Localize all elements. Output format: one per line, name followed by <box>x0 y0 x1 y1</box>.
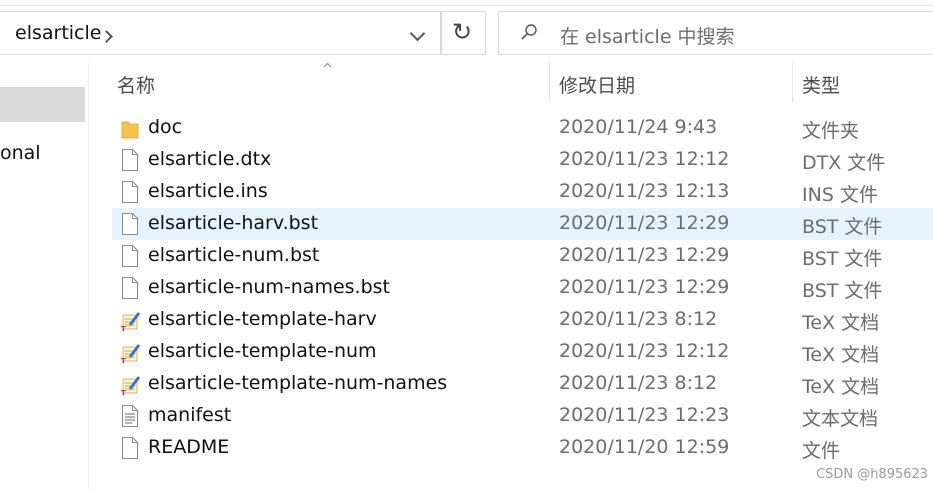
file-date-modified: 2020/11/23 12:12 <box>559 340 730 362</box>
svg-text:T: T <box>121 325 126 332</box>
file-date-modified: 2020/11/23 12:29 <box>559 244 730 266</box>
file-name: manifest <box>148 404 232 426</box>
file-row[interactable]: elsarticle-num-names.bst 2020/11/23 12:29… <box>112 272 933 304</box>
chevron-down-icon[interactable] <box>409 25 426 42</box>
file-row[interactable]: Telsarticle-template-harv 2020/11/23 8:12… <box>112 304 933 336</box>
tex-file-icon: T <box>120 340 140 365</box>
column-separator[interactable] <box>549 62 550 102</box>
file-type: BST 文件 <box>802 280 883 302</box>
file-type: INS 文件 <box>802 184 878 206</box>
file-date-modified: 2020/11/23 12:23 <box>559 404 730 426</box>
column-header-name[interactable]: 名称 <box>117 71 155 98</box>
watermark: CSDN @h895623 <box>816 467 929 482</box>
file-date-modified: 2020/11/23 12:29 <box>559 212 730 234</box>
file-name: doc <box>148 116 183 138</box>
file-type: 文件 <box>802 440 841 462</box>
file-name: elsarticle-num.bst <box>148 244 320 266</box>
refresh-button[interactable]: ↻ <box>441 11 486 55</box>
file-date-modified: 2020/11/20 12:59 <box>559 436 730 458</box>
file-type: BST 文件 <box>802 216 883 238</box>
column-header-date[interactable]: 修改日期 <box>559 71 635 98</box>
file-date-modified: 2020/11/24 9:43 <box>559 116 718 138</box>
file-icon <box>120 276 140 300</box>
nav-pane-divider <box>88 62 89 490</box>
nav-pane-item-label[interactable]: onal <box>0 142 41 164</box>
file-icon <box>120 148 140 172</box>
address-bar[interactable]: elsarticle <box>0 11 441 55</box>
file-type: 文本文档 <box>802 408 879 430</box>
file-row[interactable]: elsarticle-num.bst 2020/11/23 12:29 BST 文件 <box>112 240 933 272</box>
file-name: elsarticle.ins <box>148 180 268 202</box>
file-type: BST 文件 <box>802 248 883 270</box>
file-row[interactable]: doc 2020/11/24 9:43 文件夹 <box>112 112 933 144</box>
file-name: README <box>148 436 230 458</box>
nav-pane-selected-item[interactable] <box>0 87 85 122</box>
file-icon <box>120 212 140 236</box>
window-top-border <box>0 5 933 6</box>
search-placeholder: 在 elsarticle 中搜索 <box>560 26 735 48</box>
file-type: TeX 文档 <box>802 312 880 334</box>
file-row[interactable]: Telsarticle-template-num 2020/11/23 12:12… <box>112 336 933 368</box>
file-row[interactable]: manifest 2020/11/23 12:23 文本文档 <box>112 400 933 432</box>
file-type: DTX 文件 <box>802 152 886 174</box>
file-row[interactable]: elsarticle.ins 2020/11/23 12:13 INS 文件 <box>112 176 933 208</box>
file-date-modified: 2020/11/23 12:13 <box>559 180 730 202</box>
search-icon <box>521 24 537 40</box>
file-row[interactable]: Telsarticle-template-num-names 2020/11/23… <box>112 368 933 400</box>
file-date-modified: 2020/11/23 12:12 <box>559 148 730 170</box>
file-name: elsarticle-template-num-names <box>148 372 448 394</box>
svg-text:T: T <box>121 357 126 364</box>
search-box[interactable]: 在 elsarticle 中搜索 <box>498 11 933 55</box>
sort-ascending-icon: ^ <box>322 62 333 77</box>
file-icon <box>120 244 140 268</box>
text-file-icon <box>120 404 140 428</box>
file-row[interactable]: elsarticle.dtx 2020/11/23 12:12 DTX 文件 <box>112 144 933 176</box>
file-icon <box>120 180 140 204</box>
file-type: TeX 文档 <box>802 344 880 366</box>
file-name: elsarticle-template-harv <box>148 308 377 330</box>
file-date-modified: 2020/11/23 8:12 <box>559 372 718 394</box>
column-header-type[interactable]: 类型 <box>802 71 840 98</box>
folder-icon <box>120 116 140 140</box>
file-type: TeX 文档 <box>802 376 880 398</box>
svg-text:T: T <box>121 389 126 396</box>
file-row[interactable]: README 2020/11/20 12:59 文件 <box>112 432 933 464</box>
column-separator[interactable] <box>792 62 793 102</box>
file-name: elsarticle-num-names.bst <box>148 276 390 298</box>
tex-file-icon: T <box>120 372 140 397</box>
file-name: elsarticle-harv.bst <box>148 212 319 234</box>
file-icon <box>120 436 140 460</box>
file-name: elsarticle-template-num <box>148 340 377 362</box>
breadcrumb-chevron-icon[interactable] <box>100 30 113 43</box>
file-name: elsarticle.dtx <box>148 148 272 170</box>
file-type: 文件夹 <box>802 120 860 142</box>
file-row[interactable]: elsarticle-harv.bst 2020/11/23 12:29 BST 文… <box>112 208 933 240</box>
breadcrumb-elsarticle[interactable]: elsarticle <box>15 22 101 44</box>
refresh-icon: ↻ <box>452 18 473 46</box>
file-date-modified: 2020/11/23 8:12 <box>559 308 718 330</box>
file-date-modified: 2020/11/23 12:29 <box>559 276 730 298</box>
tex-file-icon: T <box>120 308 140 333</box>
